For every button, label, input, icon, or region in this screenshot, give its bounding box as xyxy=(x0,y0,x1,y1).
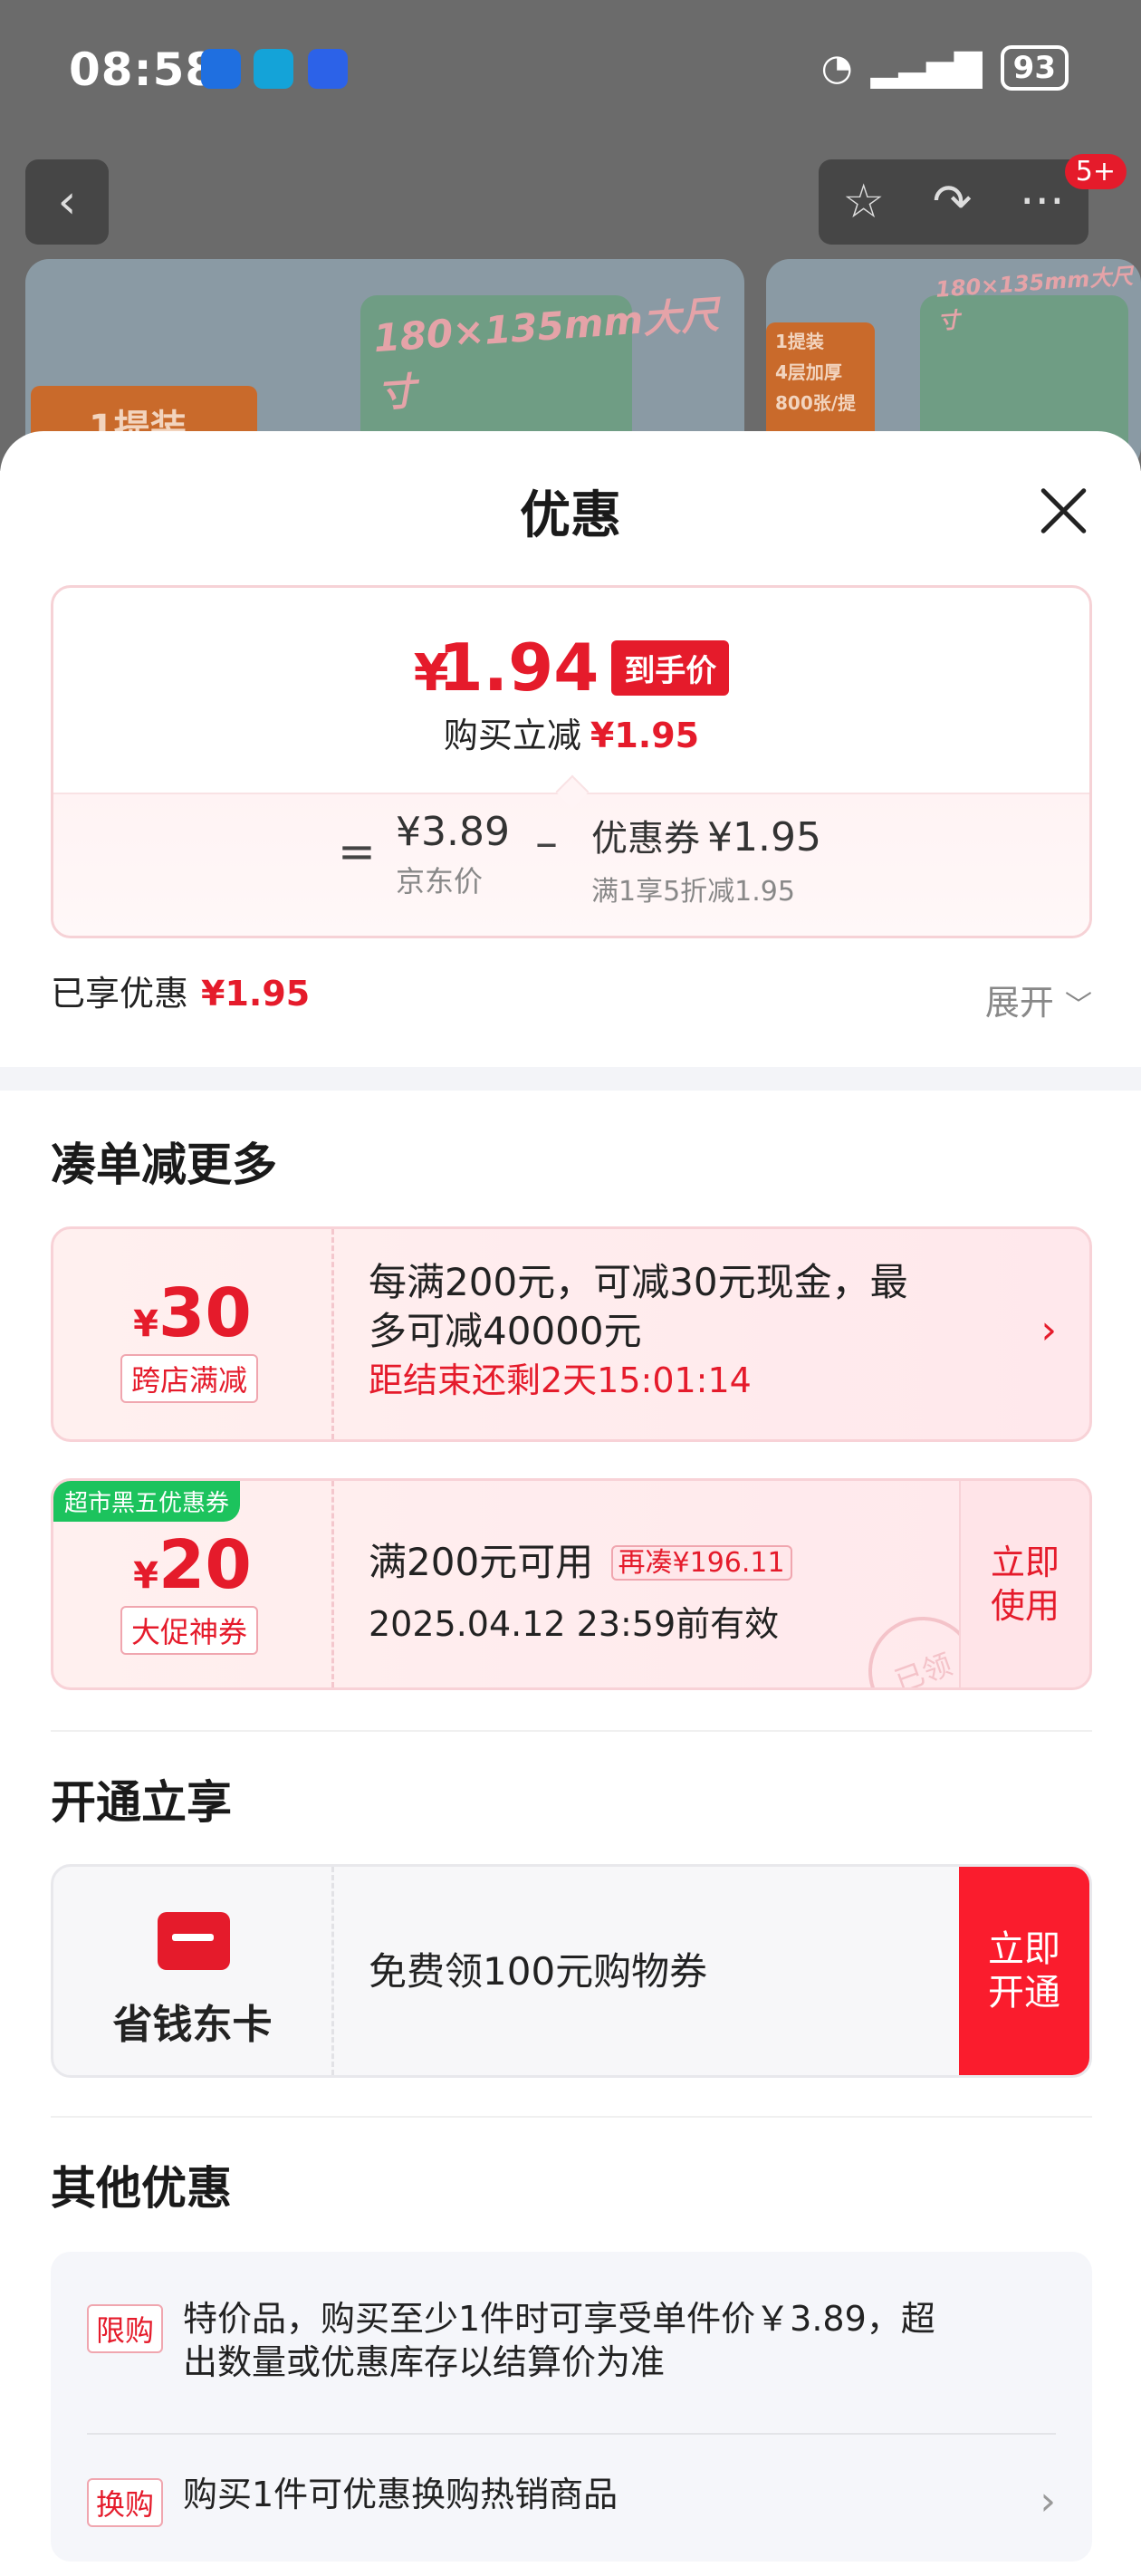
coupon-expiry: 2025.04.12 23:59前有效 xyxy=(369,1604,780,1644)
equals-sign: = xyxy=(338,825,376,878)
close-icon[interactable] xyxy=(1036,484,1090,538)
coupon-desc-line: 每满200元，可减30元现金，最 xyxy=(369,1260,908,1304)
divider xyxy=(51,2116,1092,2118)
chevron-right-icon: › xyxy=(1040,1307,1057,1353)
section-title-other-discounts: 其他优惠 xyxy=(51,2162,232,2215)
coupon-condition: 满200元可用 xyxy=(369,1540,594,1584)
expand-button[interactable]: 展开 ﹀ xyxy=(985,975,1092,1024)
supermarket-coupon[interactable]: ¥20 大促神券 超市黑五优惠券 满200元可用 再凑¥196.11 2025.… xyxy=(51,1478,1092,1690)
sheet-title: 优惠 xyxy=(520,486,621,545)
button-label: 开通 xyxy=(988,1972,1060,2014)
coupon-remaining-tag: 再凑¥196.11 xyxy=(610,1545,792,1581)
chevron-right-icon[interactable]: › xyxy=(1040,2478,1056,2524)
exchange-description[interactable]: 购买1件可优惠换购热销商品 xyxy=(183,2473,618,2516)
section-title-open-membership: 开通立享 xyxy=(51,1776,232,1829)
limit-desc-line: 特价品，购买至少1件时可享受单件价￥3.89，超 xyxy=(183,2299,935,2339)
card-icon xyxy=(158,1912,230,1970)
price-formula-area xyxy=(53,793,1089,936)
open-now-button[interactable]: 立即 开通 xyxy=(959,1867,1089,2075)
coupon-block: 优惠券 ¥1.95 满1享5折减1.95 xyxy=(591,809,821,908)
coupon-value-number: 20 xyxy=(158,1526,252,1604)
jd-price-label: 京东价 xyxy=(396,864,484,899)
enjoyed-label: 已享优惠 xyxy=(51,974,189,1014)
limit-desc-line: 出数量或优惠库存以结算价为准 xyxy=(183,2342,666,2382)
price-breakdown-card: ¥1.94 到手价 购买立减 ¥1.95 = ¥3.89 京东价 – 优惠券 ¥1.… xyxy=(51,585,1092,938)
button-label: 立即 xyxy=(988,1928,1060,1970)
final-price-row: ¥1.94 到手价 xyxy=(53,630,1089,706)
expand-label: 展开 xyxy=(984,983,1054,1023)
jd-price-value: ¥3.89 xyxy=(396,809,510,855)
coupon-amount-area: ¥30 跨店满减 xyxy=(53,1229,334,1439)
coupon-value: ¥20 xyxy=(53,1526,331,1604)
coupon-type-label: 跨店满减 xyxy=(120,1354,259,1403)
coupon-label: 优惠券 xyxy=(591,818,700,860)
chevron-down-icon: ﹀ xyxy=(1065,990,1092,1022)
countdown-text: 距结束还剩2天15:01:14 xyxy=(369,1360,752,1400)
final-price-label: 到手价 xyxy=(611,640,730,696)
instant-discount-label: 购买立减 xyxy=(443,716,581,755)
other-discounts-list: 限购 特价品，购买至少1件时可享受单件价￥3.89，超 出数量或优惠库存以结算价… xyxy=(51,2252,1092,2562)
instant-discount-row: 购买立减 ¥1.95 xyxy=(53,707,1089,757)
section-title-more-discount: 凑单减更多 xyxy=(51,1139,277,1191)
membership-logo-area: 省钱东卡 xyxy=(53,1867,334,2075)
section-divider xyxy=(0,1067,1141,1091)
final-price-value: 1.94 xyxy=(437,630,599,706)
coupon-value-number: 30 xyxy=(158,1274,252,1352)
use-now-button[interactable]: 立即 使用 xyxy=(959,1481,1089,1687)
enjoyed-amount: ¥1.95 xyxy=(201,974,311,1014)
coupon-description: 每满200元，可减30元现金，最 多可减40000元 距结束还剩2天15:01:… xyxy=(369,1258,908,1405)
minus-sign: – xyxy=(535,816,558,869)
yen-symbol: ¥ xyxy=(133,1555,158,1597)
divider xyxy=(51,1730,1092,1732)
coupon-description: 满200元可用 再凑¥196.11 2025.04.12 23:59前有效 xyxy=(369,1532,792,1646)
enjoyed-discount: 已享优惠 ¥1.95 xyxy=(51,966,310,1015)
membership-name: 省钱东卡 xyxy=(112,2002,273,2048)
membership-card[interactable]: 省钱东卡 免费领100元购物券 立即 开通 xyxy=(51,1864,1092,2078)
yen-symbol: ¥ xyxy=(133,1303,158,1345)
button-label: 立即 xyxy=(990,1543,1060,1582)
exchange-tag: 换购 xyxy=(87,2478,164,2527)
limit-tag: 限购 xyxy=(87,2304,164,2353)
button-label: 使用 xyxy=(990,1586,1060,1626)
divider xyxy=(87,2433,1056,2435)
instant-discount-amount: ¥1.95 xyxy=(590,716,700,755)
coupon-corner-tag: 超市黑五优惠券 xyxy=(53,1481,241,1522)
coupon-value: ¥30 xyxy=(53,1274,331,1352)
final-price: ¥1.94 xyxy=(414,630,599,706)
coupon-type-label: 大促神券 xyxy=(120,1606,259,1655)
jd-price-block: ¥3.89 京东价 xyxy=(396,809,510,900)
limit-description: 特价品，购买至少1件时可享受单件价￥3.89，超 出数量或优惠库存以结算价为准 xyxy=(183,2297,935,2384)
membership-benefit: 免费领100元购物券 xyxy=(369,1949,708,1994)
cross-store-coupon[interactable]: ¥30 跨店满减 每满200元，可减30元现金，最 多可减40000元 距结束还… xyxy=(51,1226,1092,1442)
coupon-desc-line: 多可减40000元 xyxy=(369,1309,642,1353)
coupon-amount: ¥1.95 xyxy=(707,814,821,860)
discount-sheet: 优惠 ¥1.94 到手价 购买立减 ¥1.95 = ¥3.89 京东价 – 优惠券… xyxy=(0,0,1141,2576)
coupon-rule: 满1享5折减1.95 xyxy=(591,876,795,908)
